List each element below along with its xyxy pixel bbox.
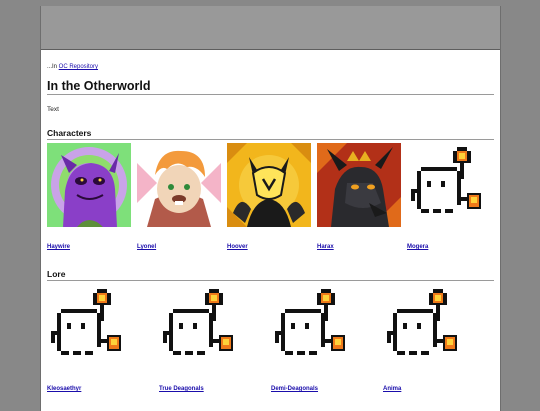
character-card-haywire[interactable]: Haywire <box>47 143 133 250</box>
character-link-lyonel[interactable]: Lyonel <box>137 244 156 250</box>
harax-portrait[interactable] <box>317 143 401 227</box>
true-deagonals-image[interactable] <box>159 285 243 369</box>
breadcrumb-prefix: ...In <box>47 64 59 70</box>
lore-card-anima[interactable]: Anima <box>383 285 469 392</box>
lore-card-demi-deagonals[interactable]: Demi-Deagonals <box>271 285 357 392</box>
mogera-portrait[interactable] <box>407 143 491 227</box>
breadcrumb-link[interactable]: OC Repository <box>59 64 98 70</box>
character-link-hoover[interactable]: Hoover <box>227 244 248 250</box>
breadcrumb: ...In OC Repository <box>47 64 98 70</box>
lore-link-kleosaethyr[interactable]: Kleosaethyr <box>47 386 81 392</box>
anima-image[interactable] <box>383 285 467 369</box>
character-card-harax[interactable]: Harax <box>317 143 403 250</box>
top-banner <box>41 6 500 50</box>
page-frame: ...In OC Repository In the Otherworld Te… <box>40 6 501 411</box>
kleosaethyr-image[interactable] <box>47 285 131 369</box>
character-card-hoover[interactable]: Hoover <box>227 143 313 250</box>
character-link-haywire[interactable]: Haywire <box>47 244 70 250</box>
lyonel-portrait[interactable] <box>137 143 221 227</box>
character-link-harax[interactable]: Harax <box>317 244 334 250</box>
character-card-lyonel[interactable]: Lyonel <box>137 143 223 250</box>
body-text: Text <box>47 106 59 113</box>
lore-link-anima[interactable]: Anima <box>383 386 401 392</box>
lore-heading: Lore <box>47 269 494 281</box>
character-link-mogera[interactable]: Mogera <box>407 244 428 250</box>
lore-link-demi-deagonals[interactable]: Demi-Deagonals <box>271 386 318 392</box>
lore-card-kleosaethyr[interactable]: Kleosaethyr <box>47 285 133 392</box>
haywire-portrait[interactable] <box>47 143 131 227</box>
lore-card-true-deagonals[interactable]: True Deagonals <box>159 285 245 392</box>
characters-heading: Characters <box>47 128 494 140</box>
demi-deagonals-image[interactable] <box>271 285 355 369</box>
hoover-portrait[interactable] <box>227 143 311 227</box>
character-card-mogera[interactable]: Mogera <box>407 143 493 250</box>
page-title: In the Otherworld <box>47 79 494 95</box>
lore-link-true-deagonals[interactable]: True Deagonals <box>159 386 204 392</box>
